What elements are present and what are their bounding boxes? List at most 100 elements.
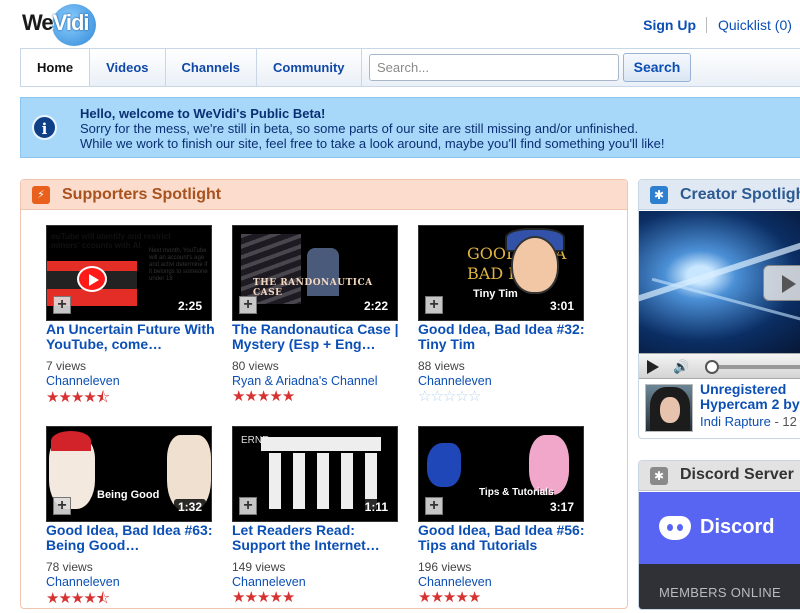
quicklist-link[interactable]: Quicklist (0) bbox=[718, 17, 800, 33]
video-player[interactable] bbox=[639, 211, 800, 353]
video-views: 149 views bbox=[232, 560, 286, 574]
add-to-quicklist-icon[interactable]: + bbox=[239, 296, 257, 314]
star-icon: ★ bbox=[281, 388, 295, 405]
add-to-quicklist-icon[interactable]: + bbox=[425, 296, 443, 314]
video-thumbnail[interactable]: THE RANDONAUTICA CASE + 2:22 bbox=[232, 225, 398, 321]
video-thumbnail[interactable]: GOOD IDEA BAD IDEA Tiny Tim + 3:01 bbox=[418, 225, 584, 321]
video-channel[interactable]: Channeleven bbox=[46, 374, 120, 388]
star-icon: ★ bbox=[58, 389, 71, 406]
tab-home[interactable]: Home bbox=[21, 49, 91, 86]
panel-title: Supporters Spotlight bbox=[62, 186, 222, 203]
play-icon[interactable] bbox=[647, 360, 659, 374]
star-icon: ⯪ bbox=[95, 389, 110, 406]
star-icon: ★ bbox=[83, 389, 96, 406]
video-card[interactable]: THE RANDONAUTICA CASE + 2:22 The Randona… bbox=[232, 225, 402, 405]
star-icon: ★ bbox=[70, 590, 84, 607]
add-to-quicklist-icon[interactable]: + bbox=[239, 497, 257, 515]
video-thumbnail[interactable]: ouTube will identify and restrict minors… bbox=[46, 225, 212, 321]
star-rating: ★★★★★ bbox=[232, 588, 295, 606]
creator-name[interactable]: Indi Rapture bbox=[700, 414, 771, 429]
seek-track[interactable] bbox=[719, 365, 800, 369]
creator-video-title[interactable]: Unregistered Hypercam 2 by bbox=[700, 382, 800, 412]
logo-text: WeVidi bbox=[22, 10, 90, 35]
sparkle-icon: ✱ bbox=[650, 467, 668, 485]
star-icon: ★ bbox=[430, 589, 443, 606]
video-duration: 2:25 bbox=[173, 298, 206, 314]
video-channel[interactable]: Channeleven bbox=[418, 575, 492, 589]
star-icon: ★ bbox=[256, 589, 270, 606]
video-title[interactable]: Good Idea, Bad Idea #63: Being Good… bbox=[46, 523, 221, 553]
video-channel[interactable]: Channeleven bbox=[46, 575, 120, 589]
add-to-quicklist-icon[interactable]: + bbox=[53, 497, 71, 515]
video-card[interactable]: GOOD IDEA BAD IDEA Tiny Tim + 3:01 Good … bbox=[418, 225, 588, 405]
star-rating: ★★★★⯪ bbox=[46, 588, 110, 613]
add-to-quicklist-icon[interactable]: + bbox=[53, 296, 71, 314]
star-icon: ★ bbox=[46, 389, 59, 406]
star-rating: ★★★★★ bbox=[232, 387, 295, 405]
notice-line: Sorry for the mess, we're still in beta,… bbox=[80, 121, 639, 136]
rss-icon: ⚡ bbox=[32, 186, 50, 204]
star-icon: ★ bbox=[232, 589, 245, 606]
video-thumbnail[interactable]: ERNE + 1:11 bbox=[232, 426, 398, 522]
big-play-button[interactable] bbox=[763, 265, 800, 301]
site-logo[interactable]: WeVidi bbox=[22, 4, 98, 46]
thumb-caption: Next month, YouTube will an account's ag… bbox=[149, 248, 208, 282]
video-title[interactable]: The Randonautica Case | Mystery (Esp + E… bbox=[232, 322, 407, 352]
panel-title: Creator Spotlight bbox=[680, 186, 800, 203]
panel-header: ✱ Creator Spotlight bbox=[639, 180, 800, 210]
discord-server: ✱ Discord Server Discord MEMBERS ONLINE bbox=[638, 460, 800, 610]
video-title[interactable]: An Uncertain Future With YouTube, come… bbox=[46, 322, 221, 352]
discord-widget: MEMBERS ONLINE bbox=[639, 564, 800, 609]
video-views: 196 views bbox=[418, 560, 472, 574]
thumb-art bbox=[261, 437, 381, 451]
search-button[interactable]: Search bbox=[623, 53, 691, 82]
creator-spotlight: ✱ Creator Spotlight 🔊 Unregistered Hyper… bbox=[638, 179, 800, 439]
video-title[interactable]: Good Idea, Bad Idea #56: Tips and Tutori… bbox=[418, 523, 593, 553]
star-icon: ☆ bbox=[430, 388, 443, 405]
thumb-art bbox=[317, 453, 329, 509]
panel-title: Discord Server bbox=[680, 466, 794, 483]
top-links: Sign Up Quicklist (0) bbox=[643, 17, 800, 33]
video-title[interactable]: Good Idea, Bad Idea #32: Tiny Tim bbox=[418, 322, 593, 352]
discord-banner[interactable]: Discord bbox=[639, 492, 800, 564]
sparkle-icon: ✱ bbox=[650, 186, 668, 204]
video-thumbnail[interactable]: Being Good + 1:32 bbox=[46, 426, 212, 522]
star-icon: ☆ bbox=[467, 388, 481, 405]
video-channel[interactable]: Ryan & Ariadna's Channel bbox=[232, 374, 378, 388]
panel-header: ⚡ Supporters Spotlight bbox=[21, 180, 627, 210]
volume-icon[interactable]: 🔊 bbox=[673, 359, 693, 375]
video-card[interactable]: ERNE + 1:11 Let Readers Read: Support th… bbox=[232, 426, 402, 606]
video-card[interactable]: ouTube will identify and restrict minors… bbox=[46, 225, 216, 406]
info-icon: i bbox=[32, 115, 57, 140]
video-views: 88 views bbox=[418, 359, 465, 373]
star-icon: ★ bbox=[83, 590, 96, 607]
video-title[interactable]: Let Readers Read: Support the Internet… bbox=[232, 523, 407, 553]
thumb-art bbox=[529, 435, 569, 495]
thumb-caption: Being Good bbox=[97, 489, 160, 501]
star-rating: ★★★★⯪ bbox=[46, 387, 110, 412]
video-card[interactable]: Being Good + 1:32 Good Idea, Bad Idea #6… bbox=[46, 426, 216, 607]
notice-text: Hello, welcome to WeVidi's Public Beta! … bbox=[80, 106, 664, 151]
avatar-art bbox=[660, 397, 680, 423]
video-channel[interactable]: Channeleven bbox=[232, 575, 306, 589]
video-channel[interactable]: Channeleven bbox=[418, 374, 492, 388]
seek-handle[interactable] bbox=[705, 360, 719, 374]
video-thumbnail[interactable]: Tips & Tutorials + 3:17 bbox=[418, 426, 584, 522]
star-icon: ★ bbox=[467, 589, 481, 606]
video-duration: 3:01 bbox=[545, 298, 578, 314]
thumb-art bbox=[341, 453, 353, 509]
star-icon: ⯪ bbox=[95, 590, 110, 607]
video-card[interactable]: Tips & Tutorials + 3:17 Good Idea, Bad I… bbox=[418, 426, 588, 606]
signup-link[interactable]: Sign Up bbox=[643, 17, 696, 33]
tab-channels[interactable]: Channels bbox=[166, 49, 258, 86]
search-input[interactable] bbox=[369, 54, 619, 81]
add-to-quicklist-icon[interactable]: + bbox=[425, 497, 443, 515]
avatar[interactable] bbox=[645, 384, 693, 432]
tab-community[interactable]: Community bbox=[257, 49, 362, 86]
video-duration: 1:32 bbox=[173, 499, 206, 515]
star-icon: ★ bbox=[418, 589, 431, 606]
thumb-art bbox=[511, 236, 559, 294]
star-icon: ★ bbox=[70, 389, 84, 406]
discord-logo-icon bbox=[659, 516, 691, 540]
tab-videos[interactable]: Videos bbox=[90, 49, 166, 86]
